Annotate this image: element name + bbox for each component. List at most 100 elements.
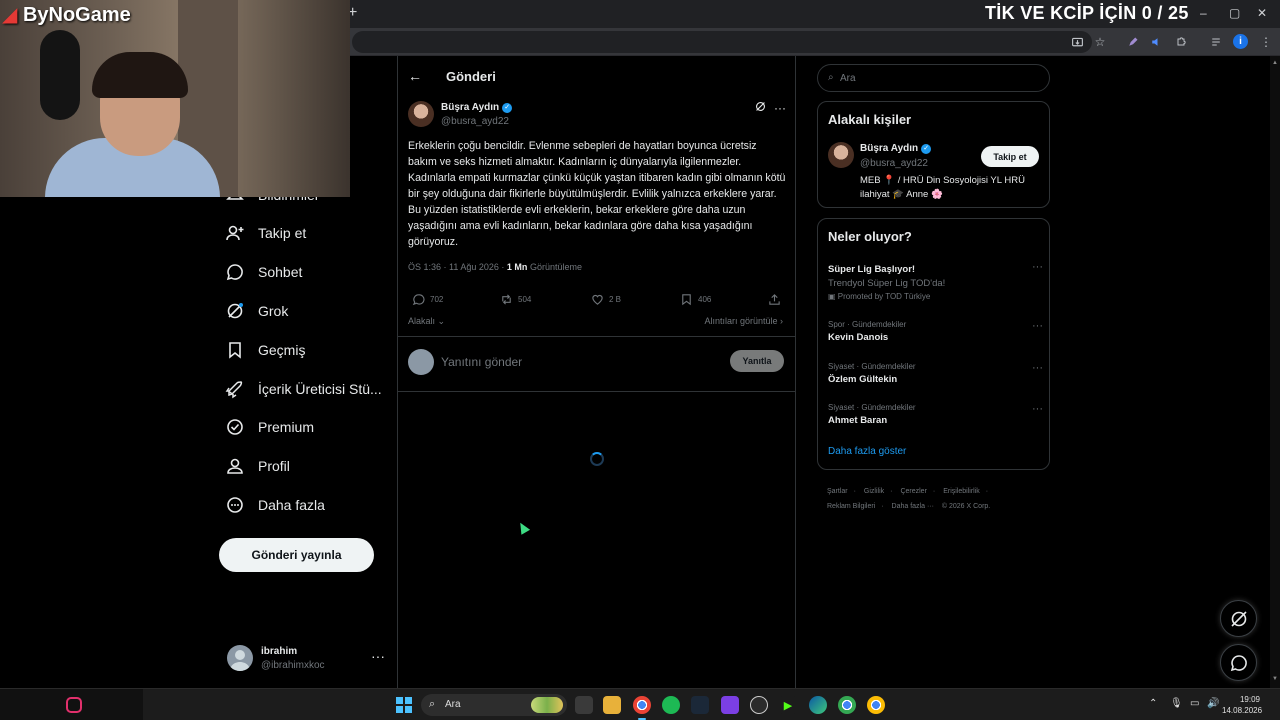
volume-icon[interactable]: 🔊 — [1207, 698, 1219, 709]
back-button[interactable]: ← — [408, 68, 422, 84]
footer-link-cookies[interactable]: Çerezler — [900, 488, 926, 495]
nav-item-profile[interactable]: Profil — [225, 451, 290, 481]
network-icon[interactable]: ▭ — [1190, 698, 1199, 709]
video-editor-icon[interactable] — [721, 696, 739, 714]
author-handle[interactable]: @busra_ayd22 — [441, 116, 509, 127]
close-window-button[interactable]: ✕ — [1257, 6, 1267, 20]
grok-floating-button[interactable] — [1220, 600, 1257, 637]
page-scrollbar[interactable]: ▲ ▼ — [1270, 56, 1280, 688]
person-avatar[interactable] — [828, 142, 854, 168]
obs-icon[interactable] — [750, 696, 768, 714]
scroll-down-icon[interactable]: ▼ — [1272, 676, 1278, 682]
trend-more-icon[interactable]: ··· — [1032, 261, 1043, 273]
show-more-link[interactable]: Daha fazla göster — [828, 446, 906, 457]
repost-action[interactable]: 504 — [500, 293, 531, 306]
account-switcher[interactable]: ibrahim @ibrahimxkoc ··· — [227, 644, 387, 676]
browser-profile-avatar[interactable]: i — [1233, 34, 1248, 49]
grok-icon — [1230, 610, 1247, 627]
instagram-icon[interactable] — [66, 697, 82, 713]
reply-input[interactable] — [441, 351, 711, 373]
reply-action[interactable]: 702 — [412, 293, 443, 306]
person-handle[interactable]: @busra_ayd22 — [860, 158, 928, 169]
trend-more-icon[interactable]: ··· — [1032, 362, 1043, 374]
nav-item-bookmarks[interactable]: Geçmiş — [225, 335, 305, 365]
footer-link-terms[interactable]: Şartlar — [827, 488, 848, 495]
nav-item-follow[interactable]: Takip et — [225, 218, 306, 248]
footer-copyright: © 2026 X Corp. — [941, 503, 991, 510]
extensions-puzzle-icon[interactable] — [1172, 33, 1190, 51]
chrome-second-profile-icon[interactable] — [867, 696, 885, 714]
windows-start-icon[interactable] — [396, 697, 412, 713]
grok-explain-icon[interactable] — [755, 101, 766, 115]
account-avatar — [227, 645, 253, 671]
reply-composer: Yanıtla — [398, 336, 795, 392]
search-icon: ⌕ — [429, 698, 436, 710]
post-timestamp[interactable]: ÖS 1:36 · 11 Ağu 2026 · — [408, 262, 504, 272]
follow-button[interactable]: Takip et — [981, 146, 1039, 167]
trend-item[interactable]: Süper Lig Başlıyor! Trendyol Süper Lig T… — [828, 261, 1043, 301]
kick-icon[interactable]: ▶ — [779, 696, 797, 714]
footer-link-privacy[interactable]: Gizlilik — [864, 488, 884, 495]
promoted-label: ▣ Promoted by TOD Türkiye — [828, 292, 931, 301]
trend-category: Siyaset · Gündemdekiler — [828, 362, 916, 371]
footer-link-more[interactable]: Daha fazla ··· — [892, 503, 934, 510]
nav-item-premium[interactable]: Premium — [225, 412, 314, 442]
like-action[interactable]: 2 B — [591, 293, 621, 306]
chat-icon — [1230, 654, 1247, 671]
extension-audio-icon[interactable] — [1147, 33, 1165, 51]
footer-link-accessibility[interactable]: Erişilebilirlik — [943, 488, 980, 495]
minimize-button[interactable]: – — [1200, 6, 1207, 20]
bookmark-action[interactable]: 406 — [680, 293, 711, 306]
trend-item[interactable]: Siyaset · Gündemdekiler Ahmet Baran ··· — [828, 403, 1043, 426]
share-action[interactable] — [768, 293, 786, 306]
file-explorer-icon[interactable] — [603, 696, 621, 714]
person-name[interactable]: Büşra Aydın ✓ — [860, 143, 932, 154]
reply-button[interactable]: Yanıtla — [730, 350, 784, 372]
messages-floating-button[interactable] — [1220, 644, 1257, 681]
account-more-icon[interactable]: ··· — [371, 648, 385, 664]
trend-more-icon[interactable]: ··· — [1032, 320, 1043, 332]
post-more-icon[interactable]: ··· — [774, 101, 786, 115]
publish-post-button[interactable]: Gönderi yayınla — [219, 538, 374, 572]
grok-icon — [227, 303, 243, 319]
spotify-icon[interactable] — [662, 696, 680, 714]
post-view-label: Görüntüleme — [529, 262, 582, 272]
taskbar-clock[interactable]: 19:09 14.08.2026 — [1222, 694, 1262, 716]
chrome-icon[interactable] — [633, 696, 651, 714]
maximize-button[interactable]: ▢ — [1229, 6, 1240, 20]
heart-icon — [592, 294, 603, 305]
author-avatar[interactable] — [408, 101, 434, 127]
nav-item-creator-studio[interactable]: İçerik Üreticisi Stü... — [225, 374, 382, 404]
tray-overflow-icon[interactable]: ⌃ — [1149, 698, 1157, 709]
extension-pen-icon[interactable] — [1124, 33, 1142, 51]
sort-relevant-dropdown[interactable]: Alakalı ⌄ — [408, 316, 445, 327]
task-view-icon[interactable] — [575, 696, 593, 714]
screen: + TİK VE KCİP İÇİN 0 / 25 – ▢ ✕ ☆ i ⋮ ◢ … — [0, 0, 1280, 720]
reading-list-icon[interactable] — [1207, 33, 1225, 51]
scroll-up-icon[interactable]: ▲ — [1272, 60, 1278, 66]
nav-item-grok[interactable]: Grok — [225, 296, 288, 326]
author-name[interactable]: Büşra Aydın ✓ — [441, 102, 513, 113]
trend-item[interactable]: Siyaset · Gündemdekiler Özlem Gültekin ·… — [828, 362, 1043, 385]
profile-icon — [227, 458, 243, 474]
taskbar-search[interactable]: ⌕ Ara — [421, 694, 567, 716]
premium-icon — [227, 419, 243, 435]
nav-item-chat[interactable]: Sohbet — [225, 257, 302, 287]
address-bar[interactable] — [352, 31, 1092, 53]
trend-item[interactable]: Spor · Gündemdekiler Kevin Danois ··· — [828, 320, 1043, 343]
chrome-profile-icon[interactable] — [838, 696, 856, 714]
browser-menu-icon[interactable]: ⋮ — [1257, 33, 1275, 51]
microphone-icon[interactable]: 🎙 — [1170, 698, 1183, 709]
install-app-icon[interactable] — [1068, 33, 1086, 51]
edge-icon[interactable] — [809, 696, 827, 714]
nav-label: Profil — [258, 458, 290, 474]
steam-icon[interactable] — [691, 696, 709, 714]
footer-link-ads-info[interactable]: Reklam Bilgileri — [827, 503, 875, 510]
nav-label: Takip et — [258, 225, 307, 241]
view-quotes-link[interactable]: Alıntıları görüntüle › — [704, 316, 783, 326]
search-input[interactable] — [840, 69, 1040, 87]
nav-item-more[interactable]: Daha fazla — [225, 490, 325, 520]
trend-more-icon[interactable]: ··· — [1032, 403, 1043, 415]
card-title: Alakalı kişiler — [828, 112, 912, 127]
bookmark-star-icon[interactable]: ☆ — [1091, 33, 1109, 51]
